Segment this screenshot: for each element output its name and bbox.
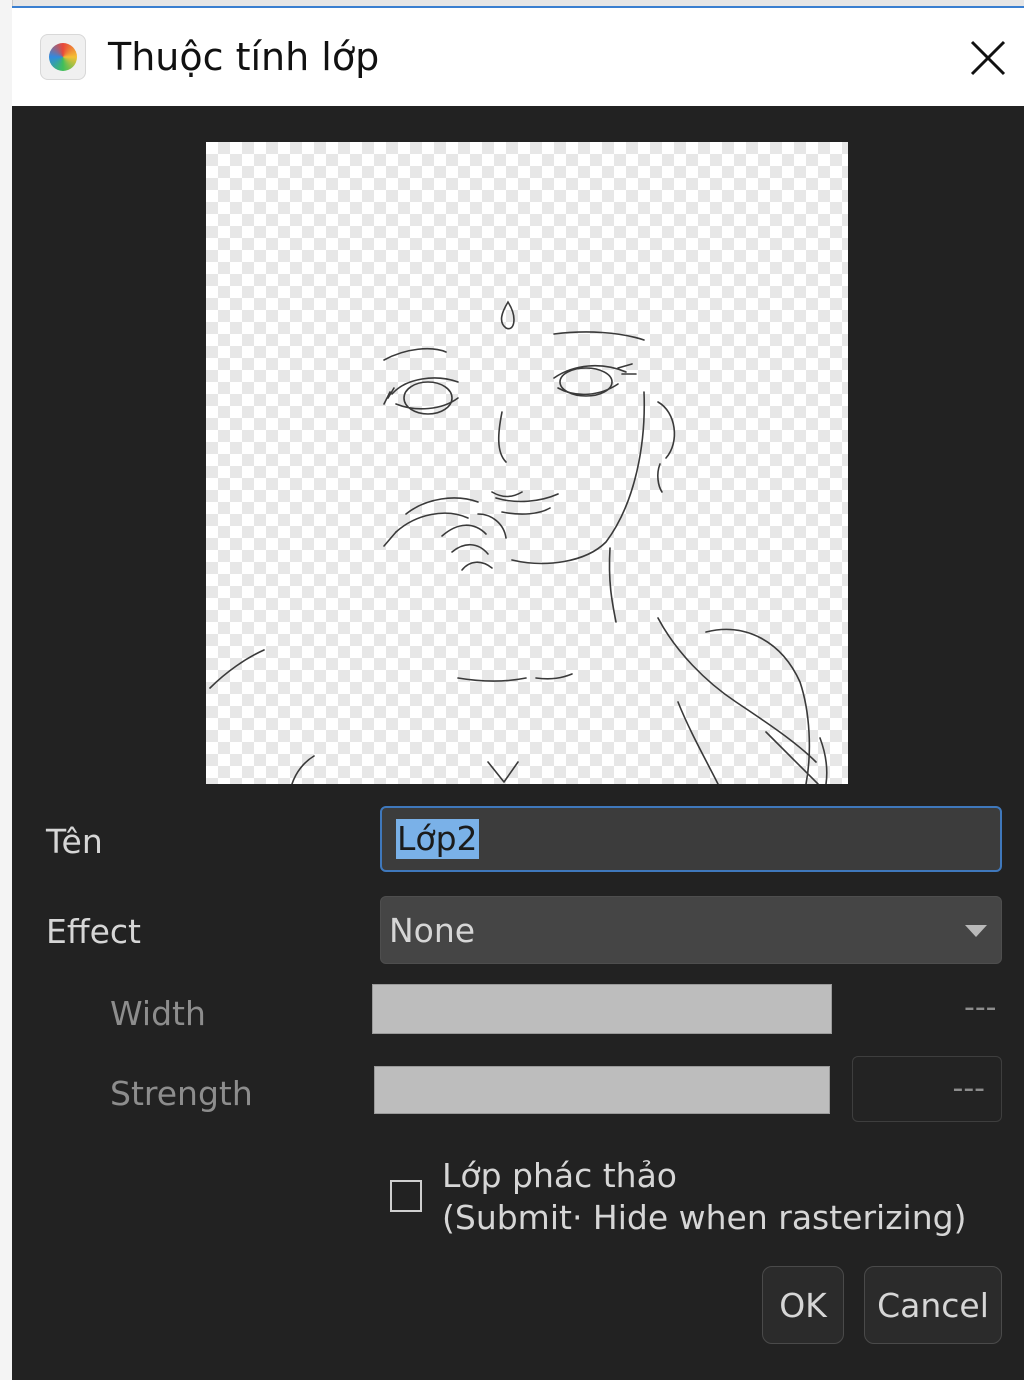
- close-icon: [970, 40, 1006, 76]
- app-palette-icon-ball: [49, 43, 77, 71]
- effect-select[interactable]: None: [380, 896, 1002, 964]
- layer-preview-sketch: [209, 300, 828, 784]
- dropdown-arrow-icon: [965, 925, 987, 937]
- draft-layer-hint: (Submit· Hide when rasterizing): [442, 1198, 967, 1237]
- effect-select-value: None: [389, 910, 476, 950]
- strength-value: ---: [952, 1071, 985, 1106]
- width-slider[interactable]: [372, 984, 832, 1034]
- strength-slider[interactable]: [374, 1066, 830, 1114]
- width-value: ---: [964, 990, 997, 1025]
- effect-label: Effect: [46, 912, 141, 951]
- layer-preview: [206, 142, 848, 784]
- strength-spinbox[interactable]: ---: [852, 1056, 1002, 1122]
- ok-button[interactable]: OK: [762, 1266, 844, 1344]
- name-input-selected-text: Lớp2: [396, 819, 479, 859]
- name-label: Tên: [46, 822, 103, 861]
- close-button[interactable]: [954, 8, 1024, 106]
- draft-layer-label: Lớp phác thảo: [442, 1156, 677, 1195]
- strength-label: Strength: [110, 1074, 253, 1113]
- app-palette-icon: [40, 34, 86, 80]
- dialog-title: Thuộc tính lớp: [108, 35, 380, 79]
- width-label: Width: [110, 994, 206, 1033]
- cancel-button[interactable]: Cancel: [864, 1266, 1002, 1344]
- name-input[interactable]: Lớp2: [380, 806, 1002, 872]
- draft-layer-checkbox[interactable]: [390, 1180, 422, 1212]
- layer-properties-dialog: Thuộc tính lớp Tên Lớp2 Effect None Widt…: [12, 6, 1024, 1380]
- title-bar: Thuộc tính lớp: [12, 8, 1024, 106]
